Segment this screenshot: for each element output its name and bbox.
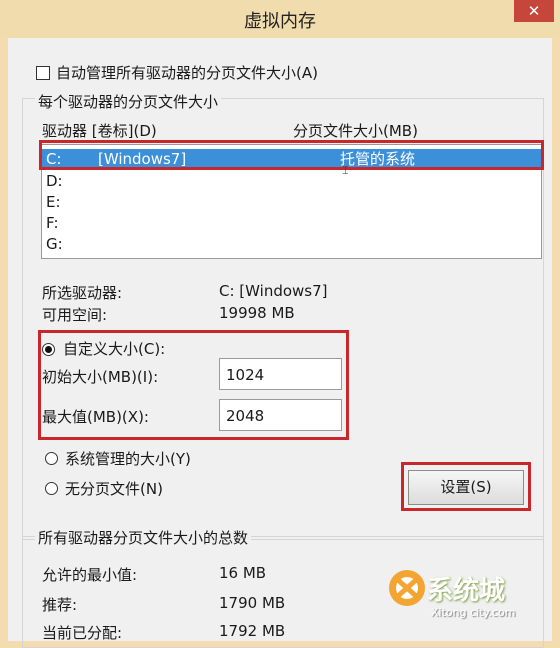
watermark-sub: Xitong city.com (431, 606, 516, 619)
drive-column-header: 驱动器 [卷标](D) (42, 122, 157, 140)
current-label: 当前已分配: (42, 624, 123, 642)
drive-group-label: 每个驱动器的分页文件大小 (35, 91, 222, 112)
watermark-text: 系统城 (427, 576, 506, 606)
min-label: 允许的最小值: (42, 566, 138, 584)
system-managed-label[interactable]: 系统管理的大小(Y) (65, 448, 191, 469)
free-space-value: 19998 MB (219, 304, 295, 322)
no-paging-label[interactable]: 无分页文件(N) (65, 478, 163, 499)
min-value: 16 MB (219, 564, 267, 582)
system-managed-radio[interactable] (45, 452, 58, 465)
free-space-label: 可用空间: (42, 306, 108, 324)
close-button[interactable]: ✕ (514, 0, 554, 22)
drive-row-g[interactable]: G: (42, 234, 541, 254)
drive-letter: E: (46, 193, 61, 211)
selected-drive-value: C: [Windows7] (219, 282, 328, 300)
drive-letter: G: (46, 235, 63, 253)
selected-row-highlight (39, 140, 544, 170)
drive-letter: F: (46, 214, 59, 232)
size-column-header: 分页文件大小(MB) (293, 122, 418, 140)
drive-row-e[interactable]: E: (42, 192, 541, 212)
recommended-label: 推荐: (42, 596, 78, 614)
recommended-value: 1790 MB (219, 594, 286, 612)
custom-size-highlight (38, 330, 349, 440)
drive-row-d[interactable]: D: (42, 171, 541, 191)
auto-manage-checkbox[interactable] (36, 66, 50, 80)
drive-row-f[interactable]: F: (42, 213, 541, 233)
no-paging-radio[interactable] (45, 482, 58, 495)
window-title: 虚拟内存 (244, 11, 316, 32)
totals-group-label: 所有驱动器分页文件大小的总数 (35, 527, 252, 548)
title-bar: 虚拟内存 ✕ (0, 0, 560, 38)
dialog-body: 自动管理所有驱动器的分页文件大小(A) 每个驱动器的分页文件大小 驱动器 [卷标… (8, 38, 552, 648)
site-watermark-logo: 系统城 Xitong city.com (385, 560, 535, 630)
drive-letter: D: (46, 172, 63, 190)
selected-drive-label: 所选驱动器: (42, 284, 123, 302)
set-button-highlight (401, 462, 531, 511)
auto-manage-label[interactable]: 自动管理所有驱动器的分页文件大小(A) (56, 62, 318, 83)
cursor-icon: ⌶ (342, 164, 349, 177)
current-value: 1792 MB (219, 622, 286, 640)
